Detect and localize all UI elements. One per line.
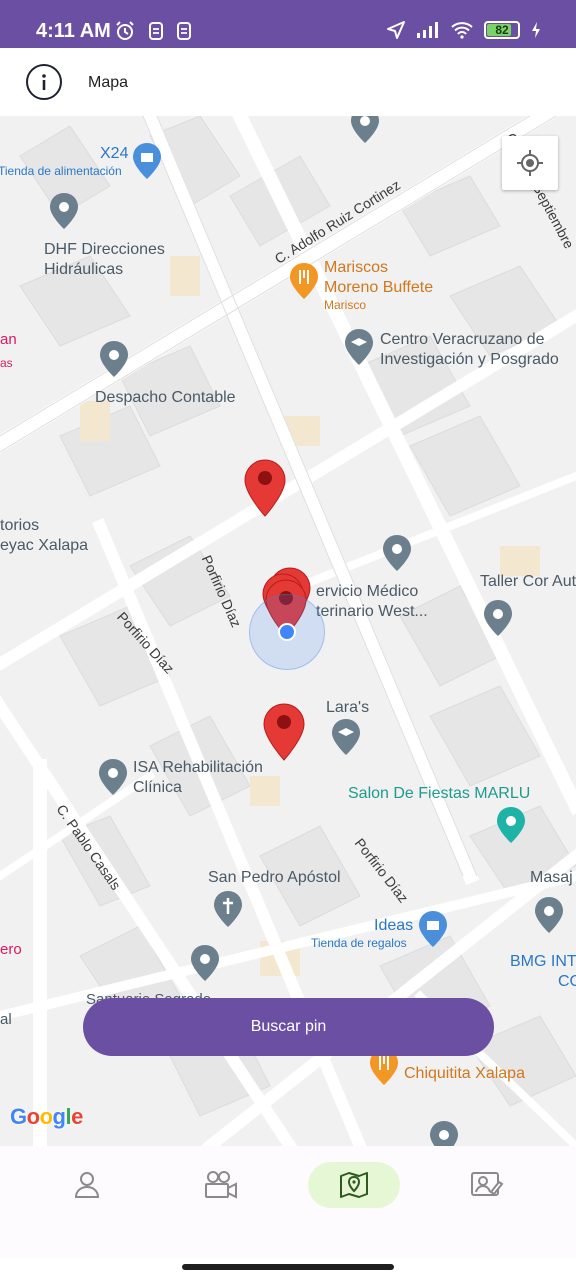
signal-icon [417, 22, 438, 38]
poi-pin-icon[interactable] [99, 340, 129, 378]
my-location-button[interactable] [502, 136, 558, 190]
poi-label[interactable]: ervicio Médico [316, 582, 418, 602]
poi-label[interactable]: ero [0, 940, 22, 960]
status-time: 4:11 AM [36, 20, 111, 42]
poi-label[interactable]: Ideas [374, 916, 413, 936]
poi-label[interactable]: Chiquitita Xalapa [404, 1064, 525, 1084]
poi-pin-icon[interactable] [190, 944, 220, 982]
poi-pin-icon[interactable] [382, 534, 412, 572]
page-title: Mapa [88, 74, 129, 91]
search-pin-button[interactable]: Buscar pin [83, 998, 494, 1056]
battery-level-text: 82 [495, 23, 509, 37]
poi-label[interactable]: Mariscos [324, 258, 388, 278]
poi-label[interactable]: Salon De Fiestas MARLU [348, 784, 530, 804]
bottom-navigation [0, 1146, 576, 1258]
home-indicator[interactable] [182, 1264, 394, 1270]
poi-label[interactable]: BMG INT [510, 952, 576, 972]
poi-pin-icon[interactable] [429, 1120, 459, 1146]
map-view[interactable]: X24 Tienda de alimentación DHF Direccion… [0, 116, 576, 1146]
poi-category-label: Tienda de regalos [311, 936, 407, 950]
poi-label[interactable]: Lara's [326, 698, 369, 718]
app-header: Mapa [0, 48, 576, 116]
app-notification-icon [149, 22, 163, 40]
my-location-icon [517, 150, 543, 176]
poi-label[interactable]: terinario West... [316, 602, 428, 622]
nav-item-map[interactable] [308, 1162, 400, 1208]
poi-label[interactable]: X24 [100, 144, 128, 164]
info-button[interactable] [26, 64, 62, 100]
status-right-icons: 82 [386, 20, 542, 40]
status-left-icons [114, 20, 192, 42]
status-bar: 4:11 AM 82 [0, 0, 576, 48]
poi-pin-icon[interactable] [350, 116, 380, 144]
poi-pin-icon[interactable] [49, 192, 79, 230]
poi-pin-icon[interactable] [98, 758, 128, 796]
poi-label[interactable]: Despacho Contable [95, 388, 236, 408]
shopping-pin-icon[interactable] [132, 142, 162, 180]
info-icon [42, 74, 46, 90]
church-pin-icon[interactable] [213, 890, 243, 928]
restaurant-pin-icon[interactable] [289, 262, 319, 300]
video-camera-icon [205, 1171, 237, 1199]
poi-label[interactable]: Centro Veracruzano de [380, 330, 545, 350]
charging-icon [532, 22, 540, 38]
poi-label[interactable]: CO [558, 972, 576, 992]
poi-label[interactable]: Taller Cor Aut [480, 572, 576, 592]
poi-label[interactable]: Masaj [530, 868, 573, 888]
school-pin-icon[interactable] [331, 718, 361, 756]
app-notification-icon [177, 22, 191, 40]
nav-item-profile[interactable] [41, 1162, 133, 1208]
event-venue-pin-icon[interactable] [496, 806, 526, 844]
battery-icon: 82 [484, 21, 520, 39]
poi-label[interactable]: an [0, 330, 17, 350]
map-pin-icon [340, 1172, 368, 1198]
poi-label[interactable]: Moreno Buffete [324, 278, 433, 298]
poi-label[interactable]: al [0, 1010, 12, 1030]
poi-label[interactable]: as [0, 356, 13, 371]
alarm-icon [116, 21, 134, 40]
person-icon [74, 1172, 100, 1198]
poi-label[interactable]: San Pedro Apóstol [208, 868, 341, 888]
poi-label[interactable]: Hidráulicas [44, 260, 123, 280]
google-logo: Google [10, 1104, 83, 1129]
poi-category-label: Tienda de alimentación [0, 164, 122, 178]
contact-card-icon [471, 1172, 504, 1196]
poi-label[interactable]: torios [0, 516, 39, 536]
current-location-dot [278, 623, 296, 641]
location-arrow-icon [387, 21, 405, 39]
red-marker-pin-icon[interactable] [243, 458, 287, 518]
poi-label[interactable]: Clínica [133, 778, 182, 798]
poi-label[interactable]: Investigación y Posgrado [380, 350, 559, 370]
wifi-icon [451, 22, 473, 39]
nav-item-contacts[interactable] [441, 1162, 533, 1208]
gift-shop-pin-icon[interactable] [418, 910, 448, 948]
nav-item-video[interactable] [175, 1162, 267, 1208]
poi-label[interactable]: ISA Rehabilitación [133, 758, 263, 778]
poi-label[interactable]: eyac Xalapa [0, 536, 88, 556]
poi-label[interactable]: DHF Direcciones [44, 240, 165, 260]
poi-pin-icon[interactable] [483, 599, 513, 637]
red-marker-pin-icon[interactable] [262, 702, 306, 762]
school-pin-icon[interactable] [344, 328, 374, 366]
poi-pin-icon[interactable] [534, 896, 564, 934]
poi-category-label: Marisco [324, 298, 367, 312]
